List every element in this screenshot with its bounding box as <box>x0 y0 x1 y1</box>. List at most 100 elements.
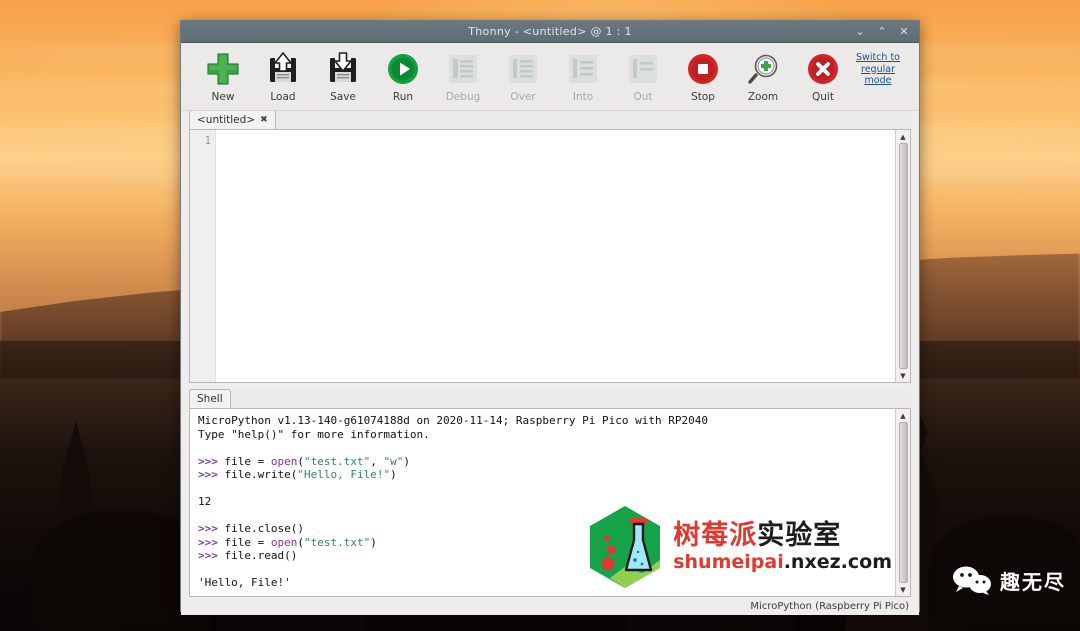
shell-string: "Hello, File!" <box>297 468 391 481</box>
scroll-down-arrow-icon[interactable]: ▼ <box>898 584 909 595</box>
quit-button-label: Quit <box>812 91 834 103</box>
shell-area: Shell MicroPython v1.13-140-g61074188d o… <box>189 389 911 597</box>
shell-keyword: open <box>270 535 298 549</box>
shell-tab[interactable]: Shell <box>189 389 231 408</box>
shell-blank-line <box>198 590 895 597</box>
window-title: Thonny - <untitled> @ 1 : 1 <box>468 25 632 38</box>
shell-prompt: >>> <box>198 468 225 481</box>
editor-tabstrip: <untitled> ✖ <box>189 110 911 130</box>
run-button[interactable]: Run <box>373 49 433 103</box>
close-icon[interactable]: ✖ <box>260 115 268 125</box>
editor-code-pane[interactable] <box>216 130 895 382</box>
shell-code: file.read() <box>224 549 298 562</box>
shell-string: "test.txt" <box>303 454 371 468</box>
debug-button[interactable]: Debug <box>433 49 493 103</box>
shell-banner-line: MicroPython v1.13-140-g61074188d on 2020… <box>198 414 708 427</box>
shell-code: ( <box>297 535 304 549</box>
wechat-watermark: 趣无尽 <box>952 565 1066 595</box>
window-controls: ⌄ ⌃ ✕ <box>854 25 919 38</box>
shell-prompt: >>> <box>198 549 225 562</box>
scroll-up-arrow-icon[interactable]: ▲ <box>898 410 909 421</box>
shell-result: 'Hello, File!' <box>198 576 291 589</box>
shell-code: file = <box>224 535 271 549</box>
floppy-down-arrow-icon <box>326 49 360 89</box>
shell-blank-line <box>198 563 895 577</box>
over-button[interactable]: Over <box>493 49 553 103</box>
shell-code: ) <box>390 468 397 481</box>
toolbar: New Load Save Run Debug Over Into Out St… <box>181 43 919 111</box>
stop-button-label: Stop <box>691 91 715 103</box>
debug-list-icon <box>448 49 478 89</box>
shell-tabstrip: Shell <box>189 389 911 409</box>
shell-body[interactable]: MicroPython v1.13-140-g61074188d on 2020… <box>189 409 911 597</box>
shell-blank-line <box>198 482 895 496</box>
close-button[interactable]: ✕ <box>898 25 910 38</box>
editor-scroll-track[interactable] <box>897 142 910 370</box>
new-button[interactable]: New <box>193 49 253 103</box>
shell-prompt: >>> <box>198 522 225 535</box>
maximize-button[interactable]: ⌃ <box>876 25 888 38</box>
shell-code: ) <box>403 454 410 468</box>
editor-scroll-thumb[interactable] <box>898 143 908 369</box>
floppy-up-arrow-icon <box>266 49 300 89</box>
shell-code: file.write( <box>224 468 298 481</box>
editor-tab-label: <untitled> <box>197 114 256 126</box>
save-button[interactable]: Save <box>313 49 373 103</box>
statusbar: MicroPython (Raspberry Pi Pico) <box>181 597 919 615</box>
editor-scrollbar[interactable]: ▲ ▼ <box>895 130 910 382</box>
quit-button[interactable]: Quit <box>793 49 853 103</box>
shell-blank-line <box>198 509 895 523</box>
shell-code: ) <box>370 535 377 549</box>
play-circle-icon <box>387 49 419 89</box>
editor-tab-untitled[interactable]: <untitled> ✖ <box>189 110 276 129</box>
shell-scroll-track[interactable] <box>897 421 910 584</box>
zoom-button[interactable]: Zoom <box>733 49 793 103</box>
shell-prompt: >>> <box>198 535 225 549</box>
run-button-label: Run <box>392 91 414 103</box>
minimize-button[interactable]: ⌄ <box>854 25 866 38</box>
editor-area: <untitled> ✖ 1 ▲ ▼ <box>189 110 911 383</box>
zoom-button-label: Zoom <box>747 91 779 103</box>
editor-gutter: 1 <box>190 130 216 382</box>
wechat-icon <box>953 566 991 595</box>
magnifier-plus-icon <box>747 49 779 89</box>
wechat-watermark-label: 趣无尽 <box>1000 569 1066 594</box>
editor-body: 1 ▲ ▼ <box>189 130 911 383</box>
plus-icon <box>205 49 241 89</box>
stop-circle-icon <box>687 49 719 89</box>
out-button-label: Out <box>633 91 653 103</box>
shell-code: file.close() <box>224 522 304 535</box>
debug-button-label: Debug <box>445 91 481 103</box>
stop-button[interactable]: Stop <box>673 49 733 103</box>
over-button-label: Over <box>510 91 536 103</box>
shell-banner-line: Type "help()" for more information. <box>198 427 430 441</box>
step-over-icon <box>508 49 538 89</box>
interpreter-label[interactable]: MicroPython (Raspberry Pi Pico) <box>750 601 909 612</box>
switch-mode-link[interactable]: Switch to regular mode <box>847 52 909 87</box>
shell-prompt: >>> <box>198 454 225 468</box>
shell-string: "test.txt" <box>303 535 371 549</box>
thonny-window: Thonny - <untitled> @ 1 : 1 ⌄ ⌃ ✕ New Lo… <box>180 20 920 615</box>
out-button[interactable]: Out <box>613 49 673 103</box>
shell-keyword: open <box>270 454 298 468</box>
scroll-down-arrow-icon[interactable]: ▼ <box>898 370 909 381</box>
shell-code: , <box>370 454 384 468</box>
shell-output[interactable]: MicroPython v1.13-140-g61074188d on 2020… <box>190 409 895 596</box>
shell-string: "w" <box>383 454 404 468</box>
shell-result: 12 <box>198 495 212 508</box>
close-circle-icon <box>807 49 839 89</box>
shell-scroll-thumb[interactable] <box>898 422 908 583</box>
into-button-label: Into <box>572 91 594 103</box>
line-number: 1 <box>204 135 211 147</box>
shell-code: ( <box>297 454 304 468</box>
load-button[interactable]: Load <box>253 49 313 103</box>
load-button-label: Load <box>270 91 296 103</box>
step-out-icon <box>628 49 658 89</box>
window-titlebar[interactable]: Thonny - <untitled> @ 1 : 1 ⌄ ⌃ ✕ <box>181 21 919 43</box>
shell-scrollbar[interactable]: ▲ ▼ <box>895 409 910 596</box>
save-button-label: Save <box>330 91 356 103</box>
into-button[interactable]: Into <box>553 49 613 103</box>
shell-blank-line <box>198 441 895 455</box>
scroll-up-arrow-icon[interactable]: ▲ <box>898 131 909 142</box>
shell-tab-label: Shell <box>197 393 223 405</box>
